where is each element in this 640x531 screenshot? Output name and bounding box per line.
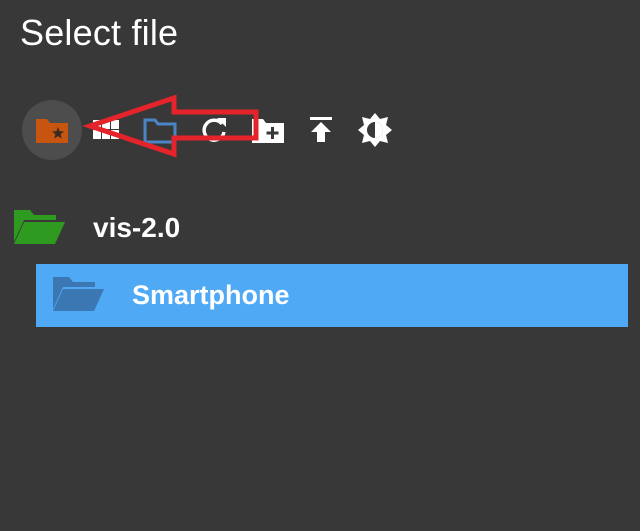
grid-view-button[interactable] [86, 110, 126, 150]
open-folder-button[interactable] [140, 110, 180, 150]
add-folder-icon [250, 115, 286, 145]
favorite-folder-icon [34, 115, 70, 145]
upload-button[interactable] [301, 110, 341, 150]
grid-view-icon [90, 117, 122, 143]
file-select-dialog: Select file vis-2.0 Smartphone [0, 0, 640, 531]
tree-item-label: Smartphone [132, 280, 290, 310]
folder-open-icon [51, 273, 105, 318]
upload-icon [305, 114, 337, 146]
tree-item-label: vis-2.0 [93, 212, 181, 243]
tree-item-selected[interactable]: Smartphone [36, 264, 628, 327]
refresh-icon [198, 114, 230, 146]
theme-toggle-button[interactable] [355, 110, 395, 150]
folder-open-icon [12, 206, 66, 251]
tree-item-root[interactable]: vis-2.0 [12, 205, 180, 251]
favorites-button[interactable] [22, 100, 82, 160]
dialog-title: Select file [20, 12, 179, 53]
brightness-icon [357, 112, 393, 148]
refresh-button[interactable] [194, 110, 234, 150]
folder-outline-icon [142, 115, 178, 145]
add-folder-button[interactable] [248, 110, 288, 150]
